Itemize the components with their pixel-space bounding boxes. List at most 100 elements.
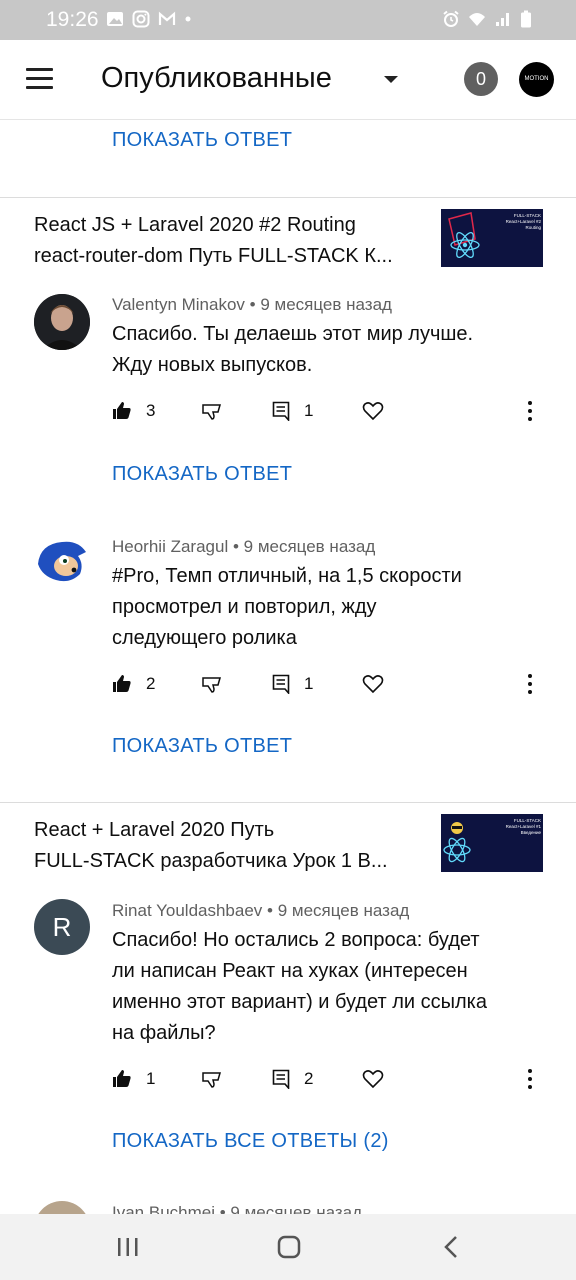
- like-count: 2: [146, 674, 156, 693]
- video-title[interactable]: React + Laravel 2020 Путь FULL-STACK раз…: [34, 815, 424, 877]
- like-button[interactable]: 1: [112, 1065, 155, 1093]
- gmail-icon: [158, 11, 176, 25]
- heart-button[interactable]: [362, 397, 384, 425]
- avatar[interactable]: [34, 1201, 90, 1214]
- reply-icon: [272, 1069, 290, 1089]
- show-all-replies-link[interactable]: ПОКАЗАТЬ ВСЕ ОТВЕТЫ (2): [112, 1130, 389, 1153]
- reply-count: 1: [304, 401, 314, 420]
- system-nav-bar: [0, 1214, 576, 1280]
- comment-text-line: на файлы?: [112, 1022, 216, 1044]
- comment-author[interactable]: Valentyn Minakov: [112, 295, 245, 314]
- comment-text-line: просмотрел и повторил, жду: [112, 596, 377, 618]
- reply-icon: [272, 401, 290, 421]
- comment-author[interactable]: Rinat Youldashbaev: [112, 901, 262, 920]
- thumbs-up-icon: [113, 1070, 131, 1087]
- comment-text-line: ли написан Реакт на хуках (интересен: [112, 960, 468, 982]
- comment-text-line: Спасибо. Ты делаешь этот мир лучше.: [112, 323, 474, 345]
- comment-text-line: Жду новых выпусков.: [112, 354, 313, 376]
- video-thumbnail[interactable]: FULL-STACK React+Laravel #1 Введение: [441, 814, 543, 872]
- heart-button[interactable]: [362, 670, 384, 698]
- more-options-icon[interactable]: [520, 672, 540, 696]
- video-title-line: React + Laravel 2020 Путь: [34, 819, 275, 841]
- comments-feed[interactable]: ПОКАЗАТЬ ОТВЕТ React JS + Laravel 2020 #…: [0, 121, 576, 1214]
- section-divider: [0, 197, 576, 198]
- heart-button[interactable]: [362, 1065, 384, 1093]
- comment-text-line: следующего ролика: [112, 627, 297, 649]
- replies-button[interactable]: 1: [272, 397, 313, 425]
- thumbs-down-icon: [202, 1072, 221, 1088]
- signal-icon: [496, 13, 509, 26]
- video-title-line: React JS + Laravel 2020 #2 Routing: [34, 214, 356, 236]
- comment-meta: Valentyn Minakov • 9 месяцев назад: [112, 295, 392, 315]
- section-divider: [0, 802, 576, 803]
- home-icon[interactable]: [269, 1232, 309, 1262]
- app-header: Опубликованные 0 MOTION: [0, 40, 576, 120]
- comment-meta: Ivan Buchmei • 9 месяцев назад: [112, 1203, 362, 1214]
- caret-down-icon[interactable]: [384, 76, 398, 83]
- gallery-icon: [107, 12, 123, 26]
- meta-separator: •: [249, 295, 261, 314]
- dislike-button[interactable]: [202, 670, 222, 698]
- meta-separator: •: [219, 1203, 231, 1214]
- reply-icon: [272, 674, 290, 694]
- thumbs-up-icon: [113, 675, 131, 692]
- comment-time: 9 месяцев назад: [230, 1203, 363, 1214]
- thumbs-up-icon: [113, 402, 131, 419]
- avatar[interactable]: [34, 294, 90, 350]
- meta-separator: •: [267, 901, 278, 920]
- comment-text: Спасибо. Ты делаешь этот мир лучше. Жду …: [112, 319, 532, 381]
- heart-icon: [362, 402, 384, 421]
- comment-text-line: #Pro, Темп отличный, на 1,5 скорости: [112, 565, 462, 587]
- comment-text: #Pro, Темп отличный, на 1,5 скорости про…: [112, 561, 532, 654]
- thumbnail-caption: FULL-STACK React+Laravel #2 Routing: [505, 213, 541, 230]
- recent-apps-icon[interactable]: [108, 1232, 148, 1262]
- comment-time: 9 месяцев назад: [260, 295, 392, 314]
- show-reply-link[interactable]: ПОКАЗАТЬ ОТВЕТ: [112, 129, 292, 152]
- thumbs-down-icon: [202, 404, 221, 420]
- meta-separator: •: [232, 537, 244, 556]
- show-reply-link[interactable]: ПОКАЗАТЬ ОТВЕТ: [112, 735, 292, 758]
- comment-text-line: именно этот вариант) и будет ли ссылка: [112, 991, 487, 1013]
- replies-button[interactable]: 1: [272, 670, 313, 698]
- battery-icon: [521, 10, 531, 28]
- heart-icon: [362, 1070, 384, 1089]
- dislike-button[interactable]: [202, 397, 222, 425]
- comment-meta: Rinat Youldashbaev • 9 месяцев назад: [112, 901, 409, 921]
- show-reply-link[interactable]: ПОКАЗАТЬ ОТВЕТ: [112, 463, 292, 486]
- comment-text: Спасибо! Но остались 2 вопроса: будет ли…: [112, 925, 532, 1049]
- channel-avatar-text: MOTION: [524, 76, 549, 82]
- more-options-icon[interactable]: [520, 399, 540, 423]
- comment-time: 9 месяцев назад: [277, 901, 410, 920]
- wifi-icon: [469, 13, 485, 26]
- menu-icon[interactable]: [26, 68, 54, 90]
- avatar[interactable]: R: [34, 899, 90, 955]
- thumbs-down-icon: [202, 677, 221, 693]
- back-icon[interactable]: [431, 1232, 471, 1262]
- comment-time: 9 месяцев назад: [243, 537, 376, 556]
- comment-author[interactable]: Heorhii Zaragul: [112, 537, 228, 556]
- comment-author[interactable]: Ivan Buchmei: [112, 1203, 215, 1214]
- comment-actions: 2 1: [112, 670, 552, 698]
- channel-avatar[interactable]: MOTION: [519, 62, 554, 97]
- avatar-letter: R: [52, 912, 72, 942]
- dislike-button[interactable]: [202, 1065, 222, 1093]
- reply-count: 1: [304, 674, 314, 693]
- video-title[interactable]: React JS + Laravel 2020 #2 Routing react…: [34, 210, 424, 272]
- page-title[interactable]: Опубликованные: [101, 62, 332, 95]
- comment-actions: 1 2: [112, 1065, 552, 1093]
- like-button[interactable]: 2: [112, 670, 155, 698]
- comment-actions: 3 1: [112, 397, 552, 425]
- avatar[interactable]: [34, 534, 90, 590]
- like-count: 3: [146, 401, 156, 420]
- comment-text-line: Спасибо! Но остались 2 вопроса: будет: [112, 929, 480, 951]
- status-bar: 19:26: [0, 0, 576, 40]
- more-options-icon[interactable]: [520, 1067, 540, 1091]
- notifications-count-badge[interactable]: 0: [464, 62, 498, 96]
- video-thumbnail[interactable]: FULL-STACK React+Laravel #2 Routing: [441, 209, 543, 267]
- like-button[interactable]: 3: [112, 397, 155, 425]
- video-title-line: FULL-STACK разработчика Урок 1 В...: [34, 850, 388, 872]
- thumbnail-caption: FULL-STACK React+Laravel #1 Введение: [505, 818, 541, 835]
- heart-icon: [362, 675, 384, 694]
- replies-button[interactable]: 2: [272, 1065, 313, 1093]
- video-title-line: react-router-dom Путь FULL-STACK К...: [34, 245, 393, 267]
